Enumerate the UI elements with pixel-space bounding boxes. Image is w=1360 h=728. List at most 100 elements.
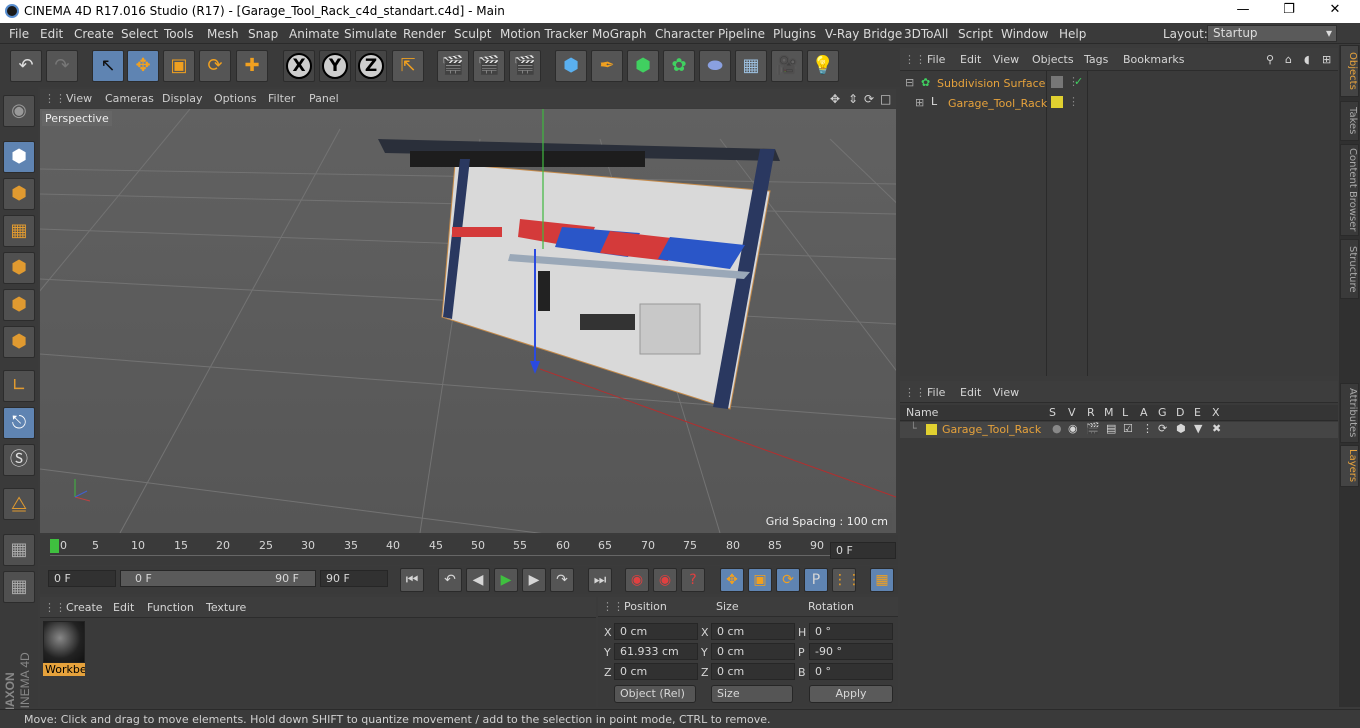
- menu-vray-bridge[interactable]: V-Ray Bridge: [825, 27, 902, 41]
- floor-icon[interactable]: ▦: [735, 50, 767, 82]
- manager-icon[interactable]: ▤: [1106, 422, 1116, 435]
- light-icon[interactable]: 💡: [807, 50, 839, 82]
- texture-mode-icon[interactable]: ⬢: [3, 178, 35, 210]
- objects-menu-file[interactable]: File: [927, 53, 945, 66]
- menu-render[interactable]: Render: [403, 27, 446, 41]
- layer-row[interactable]: └ Garage_Tool_Rack ● ◉ 🎬 ▤ ☑ ⋮ ⟳ ⬢ ▼ ✖: [900, 422, 1338, 438]
- material-menu-function[interactable]: Function: [147, 601, 194, 614]
- deformer-icon[interactable]: ⬬: [699, 50, 731, 82]
- enabled-check-icon[interactable]: ✓: [1074, 75, 1083, 88]
- viewport-zoom-icon[interactable]: ⇕: [848, 92, 858, 106]
- menu-select[interactable]: Select: [121, 27, 158, 41]
- move-icon[interactable]: ✥: [127, 50, 159, 82]
- viewport-menu-cameras[interactable]: Cameras: [105, 92, 154, 105]
- axis-mode-icon[interactable]: ∟: [3, 370, 35, 402]
- coordinate-system-icon[interactable]: ⇱: [392, 50, 424, 82]
- menu-snap[interactable]: Snap: [248, 27, 278, 41]
- col-render[interactable]: R: [1087, 406, 1095, 419]
- maximize-icon[interactable]: ❐: [1266, 2, 1312, 21]
- expression-icon[interactable]: ▼: [1194, 422, 1202, 435]
- viewport-rotate-icon[interactable]: ⟳: [864, 92, 874, 106]
- current-frame-field[interactable]: 0 F: [830, 542, 896, 559]
- menu-script[interactable]: Script: [958, 27, 993, 41]
- tab-takes[interactable]: Takes: [1340, 101, 1359, 141]
- xref-icon[interactable]: ✖: [1212, 422, 1221, 435]
- lock-icon[interactable]: ☑: [1123, 422, 1133, 435]
- menu-mograph[interactable]: MoGraph: [592, 27, 647, 41]
- back-icon[interactable]: ◖: [1304, 53, 1310, 66]
- objects-menu-tags[interactable]: Tags: [1084, 53, 1108, 66]
- objects-menu-edit[interactable]: Edit: [960, 53, 981, 66]
- record-keys-icon[interactable]: ◉: [625, 568, 649, 592]
- material-menu-texture[interactable]: Texture: [206, 601, 246, 614]
- minimize-icon[interactable]: —: [1220, 2, 1266, 21]
- cube-icon[interactable]: ⬢: [555, 50, 587, 82]
- redo-icon[interactable]: ↷: [46, 50, 78, 82]
- make-editable-icon[interactable]: ◉: [3, 95, 35, 127]
- menu-plugins[interactable]: Plugins: [773, 27, 816, 41]
- menu-simulate[interactable]: Simulate: [344, 27, 397, 41]
- viewport-menu-display[interactable]: Display: [162, 92, 203, 105]
- size-mode-dropdown[interactable]: Size: [711, 685, 793, 703]
- menu-mesh[interactable]: Mesh: [207, 27, 239, 41]
- col-animation[interactable]: A: [1140, 406, 1148, 419]
- menu-pipeline[interactable]: Pipeline: [718, 27, 765, 41]
- menu-window[interactable]: Window: [1001, 27, 1048, 41]
- x-axis-lock-icon[interactable]: X: [283, 50, 315, 82]
- render-view-icon[interactable]: 🎬: [437, 50, 469, 82]
- col-expressions[interactable]: E: [1194, 406, 1201, 419]
- polygons-mode-icon[interactable]: ⬢: [3, 326, 35, 358]
- material-menu-create[interactable]: Create: [66, 601, 103, 614]
- add-panel-icon[interactable]: ⊞: [1322, 53, 1331, 66]
- goto-end-icon[interactable]: ⏭: [588, 568, 612, 592]
- render-settings-icon[interactable]: 🎬: [509, 50, 541, 82]
- col-generators[interactable]: G: [1158, 406, 1167, 419]
- menu-edit[interactable]: Edit: [40, 27, 63, 41]
- render-icon[interactable]: 🎬: [1086, 422, 1100, 435]
- col-solo[interactable]: S: [1049, 406, 1056, 419]
- objects-menu-objects[interactable]: Objects: [1032, 53, 1074, 66]
- autokey-icon[interactable]: ◉: [653, 568, 677, 592]
- scale-icon[interactable]: ▣: [163, 50, 195, 82]
- rot-h-field[interactable]: 0 °: [809, 623, 893, 640]
- col-view[interactable]: V: [1068, 406, 1076, 419]
- z-axis-lock-icon[interactable]: Z: [355, 50, 387, 82]
- layers-menu-edit[interactable]: Edit: [960, 386, 981, 399]
- workplane-icon[interactable]: ▦: [3, 215, 35, 247]
- pen-icon[interactable]: ✒: [591, 50, 623, 82]
- frame-range-slider[interactable]: 0 F 90 F: [120, 570, 316, 587]
- undo-icon[interactable]: ↶: [10, 50, 42, 82]
- menu-character[interactable]: Character: [655, 27, 714, 41]
- viewport-menu-view[interactable]: View: [66, 92, 92, 105]
- viewport-menu-panel[interactable]: Panel: [309, 92, 339, 105]
- menu-animate[interactable]: Animate: [289, 27, 339, 41]
- magnet-icon[interactable]: ⧋: [3, 488, 35, 520]
- view-eye-icon[interactable]: ◉: [1068, 422, 1078, 435]
- object-layer-swatch[interactable]: [1051, 76, 1063, 88]
- solo-icon[interactable]: ●: [1052, 422, 1062, 435]
- coordinate-mode-dropdown[interactable]: Object (Rel): [614, 685, 696, 703]
- col-name[interactable]: Name: [906, 406, 938, 419]
- apply-button[interactable]: Apply: [809, 685, 893, 703]
- playhead[interactable]: [50, 539, 59, 553]
- col-manager[interactable]: M: [1104, 406, 1114, 419]
- points-mode-icon[interactable]: ⬢: [3, 252, 35, 284]
- size-x-field[interactable]: 0 cm: [711, 623, 795, 640]
- prev-key-icon[interactable]: ↶: [438, 568, 462, 592]
- recent-tool-icon[interactable]: ✚: [236, 50, 268, 82]
- model-mode-icon[interactable]: ⬢: [3, 141, 35, 173]
- object-row-garage-tool-rack[interactable]: ⊞ L Garage_Tool_Rack ⋮: [900, 95, 1338, 113]
- viewport-maximize-icon[interactable]: □: [880, 92, 891, 106]
- tab-objects[interactable]: Objects: [1340, 45, 1359, 97]
- material-swatch[interactable]: Workbe: [43, 621, 85, 677]
- rotate-icon[interactable]: ⟳: [199, 50, 231, 82]
- object-layer-swatch[interactable]: [1051, 96, 1063, 108]
- subdivision-icon[interactable]: ⬢: [627, 50, 659, 82]
- col-deformers[interactable]: D: [1176, 406, 1184, 419]
- search-icon[interactable]: ⚲: [1266, 53, 1274, 66]
- y-axis-lock-icon[interactable]: Y: [319, 50, 351, 82]
- collapse-icon[interactable]: ⊟: [905, 76, 914, 89]
- key-parameter-icon[interactable]: P: [804, 568, 828, 592]
- size-z-field[interactable]: 0 cm: [711, 663, 795, 680]
- camera-icon[interactable]: 🎥: [771, 50, 803, 82]
